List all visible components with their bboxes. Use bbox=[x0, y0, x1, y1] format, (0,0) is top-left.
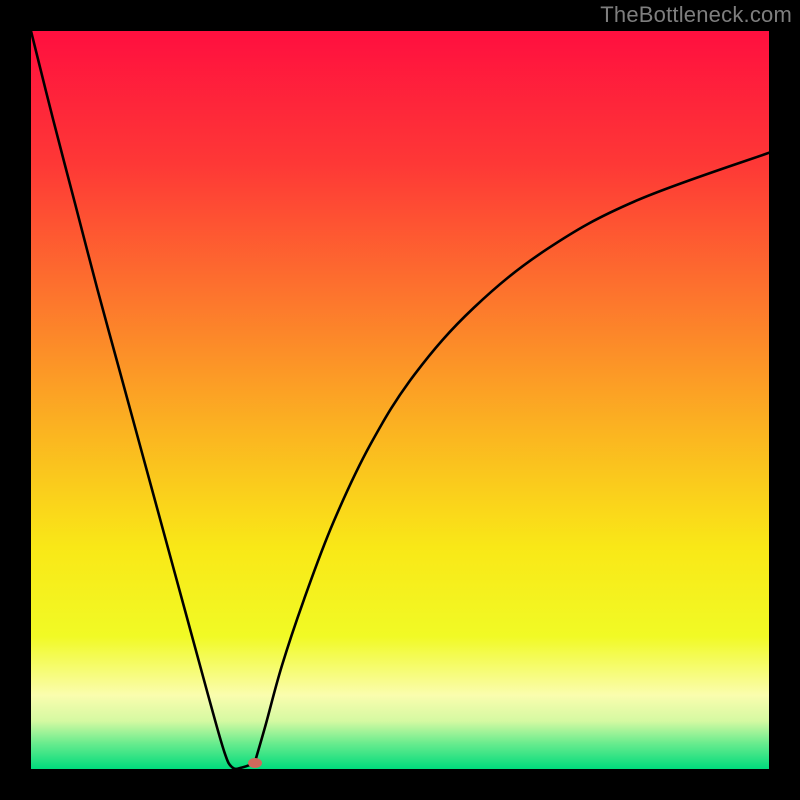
plot-area bbox=[31, 31, 769, 769]
bottleneck-curve bbox=[31, 31, 769, 769]
vertex-marker bbox=[248, 758, 262, 768]
chart-wrap: TheBottleneck.com bbox=[0, 0, 800, 800]
attribution-text: TheBottleneck.com bbox=[600, 2, 792, 28]
curve-right-branch bbox=[255, 153, 769, 763]
curve-left-branch bbox=[31, 31, 255, 769]
